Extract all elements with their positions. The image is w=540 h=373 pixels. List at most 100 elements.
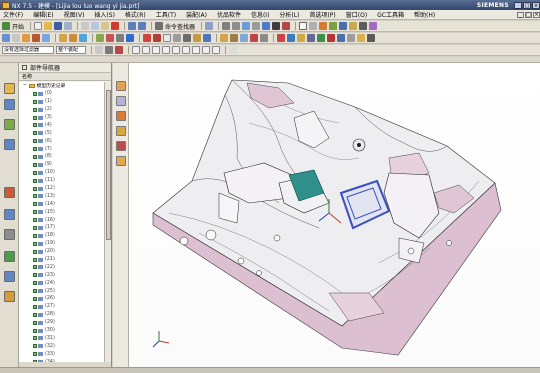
mold-model-view[interactable] bbox=[129, 63, 540, 367]
menu-analysis[interactable]: 分析(L) bbox=[279, 10, 299, 19]
tree-feature-row[interactable]: (13) bbox=[19, 192, 104, 200]
select-cursor-icon[interactable] bbox=[105, 46, 113, 54]
color-icon[interactable] bbox=[369, 22, 378, 30]
checkbox-icon[interactable] bbox=[33, 265, 37, 270]
sphere-icon[interactable] bbox=[116, 126, 126, 136]
tree-feature-row[interactable]: (19) bbox=[19, 240, 104, 248]
measure-icon[interactable] bbox=[319, 22, 328, 30]
checkbox-icon[interactable] bbox=[33, 312, 37, 317]
checkbox-icon[interactable] bbox=[33, 352, 37, 357]
checkbox-icon[interactable] bbox=[33, 123, 37, 128]
checkbox-icon[interactable] bbox=[33, 202, 37, 207]
delete-face-icon[interactable] bbox=[307, 34, 315, 42]
menu-view[interactable]: 视图(V) bbox=[64, 10, 85, 19]
shell-icon[interactable] bbox=[116, 34, 124, 42]
thicken-icon[interactable] bbox=[240, 34, 248, 42]
checkbox-icon[interactable] bbox=[33, 147, 37, 152]
menu-assemblies[interactable]: 装配(A) bbox=[186, 10, 207, 19]
move-face-icon[interactable] bbox=[297, 34, 305, 42]
tree-feature-row[interactable]: (0) bbox=[19, 90, 104, 98]
doc-restore-button[interactable]: □ bbox=[525, 11, 532, 18]
tree-feature-row[interactable]: (4) bbox=[19, 121, 104, 129]
tree-feature-row[interactable]: (1) bbox=[19, 98, 104, 106]
snap-quadrant-icon[interactable] bbox=[162, 46, 170, 54]
tree-feature-row[interactable]: (5) bbox=[19, 129, 104, 137]
extract-icon[interactable] bbox=[347, 34, 355, 42]
zoom-icon[interactable] bbox=[232, 22, 241, 30]
checkbox-icon[interactable] bbox=[33, 194, 37, 199]
delete-icon[interactable] bbox=[111, 22, 120, 30]
checkbox-icon[interactable] bbox=[33, 115, 37, 120]
sketch-icon[interactable] bbox=[2, 34, 10, 42]
replace-face-icon[interactable] bbox=[287, 34, 295, 42]
checkbox-icon[interactable] bbox=[33, 210, 37, 215]
checkbox-icon[interactable] bbox=[33, 273, 37, 278]
tree-feature-row[interactable]: (28) bbox=[19, 311, 104, 319]
tree-feature-row[interactable]: (9) bbox=[19, 161, 104, 169]
checkbox-icon[interactable] bbox=[33, 344, 37, 349]
tree-feature-row[interactable]: (27) bbox=[19, 303, 104, 311]
box-icon[interactable] bbox=[116, 81, 126, 91]
tree-feature-row[interactable]: (21) bbox=[19, 256, 104, 264]
layer-icon[interactable] bbox=[339, 22, 348, 30]
link-icon[interactable] bbox=[205, 22, 214, 30]
pattern-icon[interactable] bbox=[327, 34, 335, 42]
type-filter-combo[interactable]: 没有选择过滤器 bbox=[2, 46, 54, 54]
checkbox-icon[interactable] bbox=[33, 162, 37, 167]
tree-feature-row[interactable]: (8) bbox=[19, 153, 104, 161]
project-curve-icon[interactable] bbox=[193, 34, 201, 42]
render-style-icon[interactable] bbox=[272, 22, 281, 30]
doc-close-button[interactable]: × bbox=[533, 11, 540, 18]
rectangle-icon[interactable] bbox=[163, 34, 171, 42]
expression-icon[interactable] bbox=[367, 34, 375, 42]
analysis-icon[interactable] bbox=[329, 22, 338, 30]
palette-icon[interactable] bbox=[4, 291, 15, 302]
intersect-icon[interactable] bbox=[79, 34, 87, 42]
offset-face-icon[interactable] bbox=[277, 34, 285, 42]
offset-curve-icon[interactable] bbox=[183, 34, 191, 42]
snap-endpoint-icon[interactable] bbox=[132, 46, 140, 54]
open-folder-icon[interactable] bbox=[44, 22, 53, 30]
save-icon[interactable] bbox=[54, 22, 63, 30]
tree-feature-row[interactable]: (23) bbox=[19, 271, 104, 279]
tree-scrollbar[interactable] bbox=[104, 82, 111, 363]
select-all-icon[interactable] bbox=[95, 46, 103, 54]
trim-icon-quick[interactable] bbox=[116, 141, 126, 151]
revolve-icon[interactable] bbox=[32, 34, 40, 42]
tree-feature-row[interactable]: (25) bbox=[19, 287, 104, 295]
checkbox-icon[interactable] bbox=[33, 241, 37, 246]
graphics-window[interactable] bbox=[129, 63, 540, 367]
blend-icon-quick[interactable] bbox=[116, 156, 126, 166]
checkbox-icon[interactable] bbox=[33, 233, 37, 238]
tree-feature-row[interactable]: (11) bbox=[19, 177, 104, 185]
tree-feature-row[interactable]: (32) bbox=[19, 342, 104, 350]
start-button[interactable]: 开始 bbox=[12, 22, 24, 31]
command-finder-icon[interactable] bbox=[155, 22, 164, 30]
checkbox-icon[interactable] bbox=[33, 336, 37, 341]
checkbox-icon[interactable] bbox=[33, 139, 37, 144]
tree-feature-row[interactable]: (6) bbox=[19, 137, 104, 145]
menu-window[interactable]: 窗口(O) bbox=[346, 10, 367, 19]
new-file-icon[interactable] bbox=[34, 22, 43, 30]
draft-icon[interactable] bbox=[126, 34, 134, 42]
checkbox-icon[interactable] bbox=[33, 296, 37, 301]
tree-feature-row[interactable]: (2) bbox=[19, 106, 104, 114]
snap-midpoint-icon[interactable] bbox=[142, 46, 150, 54]
deselect-icon[interactable] bbox=[115, 46, 123, 54]
unite-icon[interactable] bbox=[59, 34, 67, 42]
tree-feature-row[interactable]: (16) bbox=[19, 216, 104, 224]
wireframe-icon[interactable] bbox=[299, 22, 308, 30]
save-as-icon[interactable] bbox=[64, 22, 73, 30]
shaded-icon[interactable] bbox=[262, 22, 271, 30]
tree-feature-row[interactable]: (31) bbox=[19, 335, 104, 343]
line-icon[interactable] bbox=[143, 34, 151, 42]
checkbox-icon[interactable] bbox=[33, 170, 37, 175]
tree-feature-row[interactable]: (30) bbox=[19, 327, 104, 335]
copy-icon[interactable] bbox=[91, 22, 100, 30]
column-header-name[interactable]: 名称 bbox=[22, 73, 32, 80]
resize-blend-icon[interactable] bbox=[317, 34, 325, 42]
trim-icon[interactable] bbox=[203, 34, 211, 42]
minimize-button[interactable]: _ bbox=[514, 1, 522, 9]
tree-feature-row[interactable]: (14) bbox=[19, 200, 104, 208]
menu-gc-toolkit[interactable]: GC工具箱 bbox=[377, 10, 404, 19]
